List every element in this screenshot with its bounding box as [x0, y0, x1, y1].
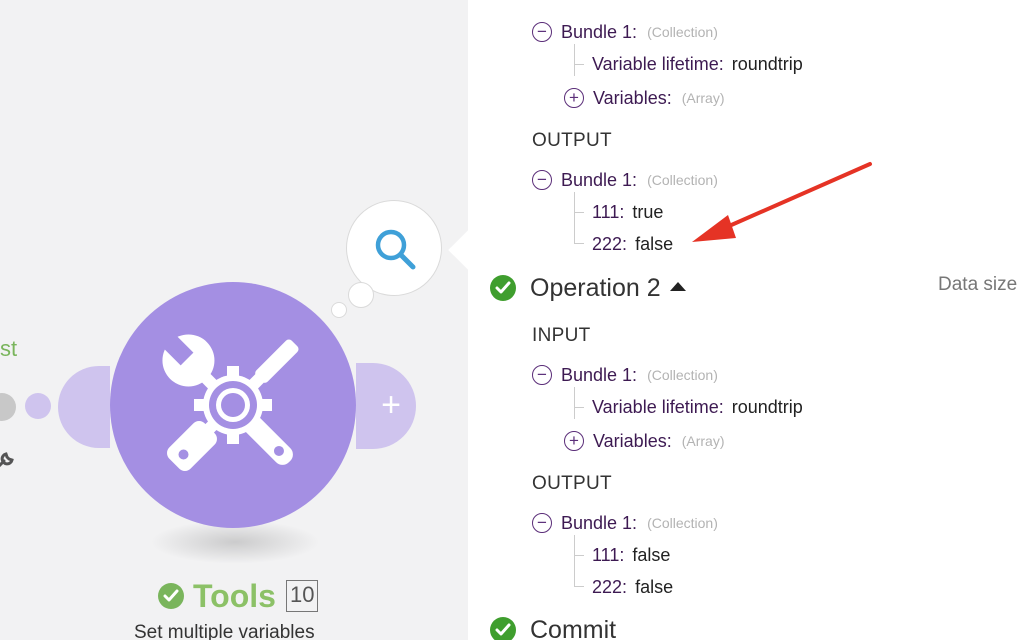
tree-connector [574, 535, 575, 587]
operation-title: Operation 2 [530, 273, 661, 302]
add-module-button[interactable]: + [372, 386, 410, 424]
tree-branch [574, 243, 584, 244]
output-section-label: OUTPUT [532, 473, 612, 494]
output-item-row: 222: false [592, 576, 674, 597]
minus-circle-icon[interactable]: − [532, 22, 552, 42]
bundle-row[interactable]: − Bundle 1: (Collection) [532, 511, 718, 535]
tree-connector [574, 387, 575, 419]
search-icon [375, 229, 416, 270]
module-name: Tools [193, 577, 276, 614]
module-id-badge: 10 [285, 580, 319, 612]
bundle-row[interactable]: − Bundle 1: (Collection) [532, 168, 718, 192]
bubble-tail-mid [348, 282, 374, 308]
scenario-canvas[interactable]: st + Tools 10 Set multiple variables [0, 0, 468, 640]
variables-row[interactable]: + Variables: (Array) [564, 86, 725, 110]
variable-row: Variable lifetime: roundtrip [592, 396, 803, 417]
output-item-row: 111: true [592, 201, 664, 222]
tree-branch [574, 212, 584, 213]
operation-2-header[interactable]: Operation 2 [490, 272, 686, 304]
minus-circle-icon[interactable]: − [532, 365, 552, 385]
plus-circle-icon[interactable]: + [564, 431, 584, 451]
tree-branch [574, 407, 584, 408]
output-item-row: 111: false [592, 544, 671, 565]
previous-module-label: st [0, 336, 18, 361]
tree-branch [574, 586, 584, 587]
input-section-label: INPUT [532, 325, 591, 346]
module-subtitle: Set multiple variables [134, 622, 315, 640]
bubble-tail-small [331, 302, 347, 318]
plus-circle-icon[interactable]: + [564, 88, 584, 108]
previous-connector-dot [0, 393, 16, 421]
minus-circle-icon[interactable]: − [532, 513, 552, 533]
bundle-row[interactable]: − Bundle 1: (Collection) [532, 363, 718, 387]
connector-dot [25, 393, 51, 419]
output-item-row: 222: false [592, 233, 674, 254]
minus-circle-icon[interactable]: − [532, 170, 552, 190]
tree-branch [574, 555, 584, 556]
check-circle-icon [490, 275, 516, 301]
data-size-label: Data size [938, 274, 1018, 295]
output-section-label: OUTPUT [532, 130, 612, 151]
check-circle-icon [158, 583, 184, 609]
bundle-row[interactable]: − Bundle 1: (Collection) [532, 20, 718, 44]
tools-module[interactable] [110, 282, 356, 528]
tree-connector [574, 44, 575, 76]
caret-up-icon[interactable] [669, 281, 686, 291]
wrench-icon [0, 452, 14, 468]
tools-icon [162, 334, 299, 471]
commit-header[interactable]: Commit [490, 614, 616, 640]
variable-row: Variable lifetime: roundtrip [592, 53, 803, 74]
check-circle-icon [490, 617, 516, 640]
module-input-handle[interactable] [58, 366, 110, 448]
commit-title: Commit [530, 615, 617, 640]
variables-row[interactable]: + Variables: (Array) [564, 429, 725, 453]
tree-branch [574, 64, 584, 65]
tree-connector [574, 192, 575, 244]
execution-inspector-panel: − Bundle 1: (Collection) Variable lifeti… [468, 0, 1024, 640]
module-title-row: Tools 10 [158, 576, 319, 616]
